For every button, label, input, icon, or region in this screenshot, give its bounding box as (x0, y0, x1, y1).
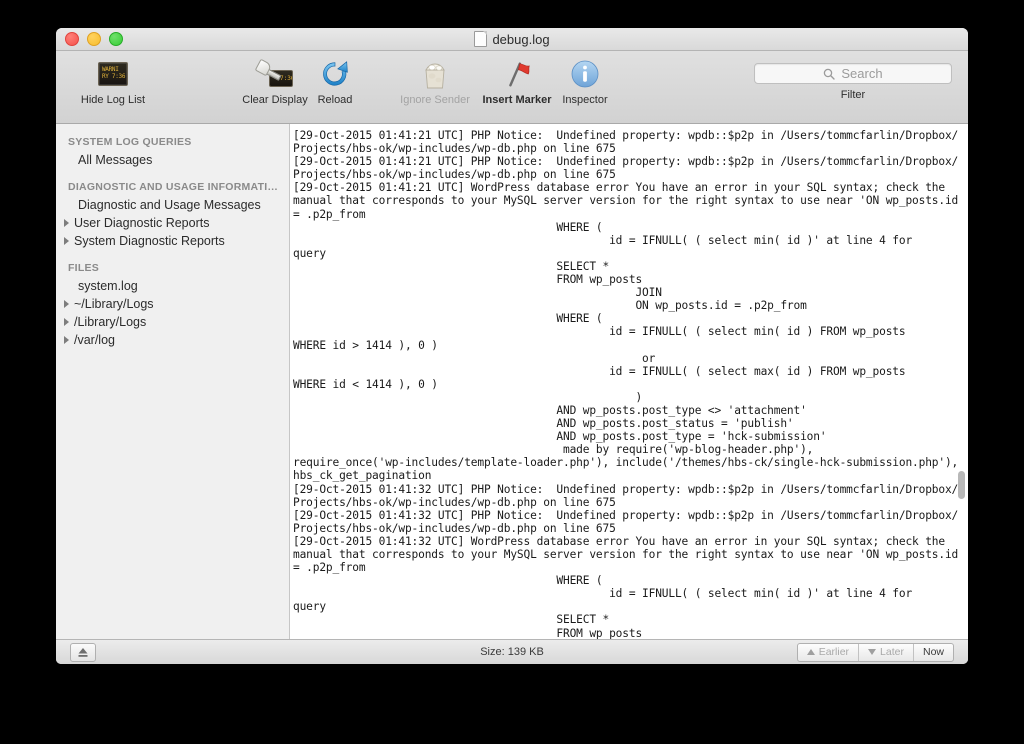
search-icon (824, 68, 836, 80)
toolbar-ignore-sender[interactable]: Ignore Sender (392, 57, 478, 106)
sidebar-header-files: FILES (68, 262, 100, 274)
disclosure-triangle-icon[interactable] (64, 336, 69, 344)
sidebar-item-label: User Diagnostic Reports (74, 216, 210, 230)
window-title: debug.log (474, 31, 550, 47)
sidebar-item-label: /var/log (74, 333, 115, 347)
filter-label: Filter (840, 89, 866, 101)
zoom-window-button[interactable] (109, 32, 123, 46)
sidebar-header-system-log-queries: SYSTEM LOG QUERIES (68, 136, 192, 148)
disclosure-triangle-icon[interactable] (64, 300, 69, 308)
sidebar-item-user-diagnostic-reports[interactable]: User Diagnostic Reports (56, 214, 289, 232)
toolbar: WARNIRY 7:36 Hide Log List 7:36 Clear Di… (56, 51, 968, 124)
toolbar-hide-log-list[interactable]: WARNI RY 7:36 Hide Log List (70, 57, 156, 106)
log-vertical-scrollbar[interactable] (957, 126, 966, 637)
log-list-icon: WARNI RY 7:36 (70, 57, 156, 91)
sidebar-item-all-messages[interactable]: All Messages (56, 151, 289, 169)
toolbar-inspector-label: Inspector (562, 94, 608, 106)
sidebar-item-label: system.log (78, 279, 138, 293)
minimize-window-button[interactable] (87, 32, 101, 46)
inspector-info-icon (542, 57, 628, 91)
console-window: debug.log WARNI RY 7:36 Hide Log List 7:3… (56, 28, 968, 664)
log-scrollbar-thumb[interactable] (958, 471, 965, 499)
window-body: SYSTEM LOG QUERIES All Messages DIAGNOST… (56, 124, 968, 639)
sidebar-item-label: ~/Library/Logs (74, 297, 154, 311)
window-title-text: debug.log (492, 31, 550, 47)
sidebar-item-library-logs[interactable]: /Library/Logs (56, 313, 289, 331)
toolbar-ignore-sender-label: Ignore Sender (400, 94, 470, 106)
eject-tray-button[interactable] (70, 642, 96, 662)
sidebar: SYSTEM LOG QUERIES All Messages DIAGNOST… (56, 124, 290, 639)
search-input[interactable]: Search (754, 63, 952, 84)
log-content-pane[interactable]: [29-Oct-2015 01:41:21 UTC] PHP Notice: U… (290, 124, 968, 639)
close-window-button[interactable] (65, 32, 79, 46)
now-button-label: Now (922, 646, 944, 658)
sidebar-item-var-log[interactable]: /var/log (56, 331, 289, 349)
sidebar-item-label: System Diagnostic Reports (74, 234, 225, 248)
time-navigation-group: Earlier Later Now (796, 642, 954, 662)
earlier-button[interactable]: Earlier (798, 643, 860, 661)
search-placeholder: Search (841, 66, 883, 81)
disclosure-triangle-icon[interactable] (64, 318, 69, 326)
window-titlebar: debug.log (56, 28, 968, 51)
sidebar-item-diagnostic-and-usage-messages[interactable]: Diagnostic and Usage Messages (56, 196, 289, 214)
toolbar-inspector[interactable]: Inspector (542, 57, 628, 106)
triangle-down-icon (868, 649, 877, 655)
sidebar-item-system-log[interactable]: system.log (56, 277, 289, 295)
toolbar-hide-log-list-label: Hide Log List (80, 94, 146, 106)
ignore-sender-icon (392, 57, 478, 91)
triangle-up-icon (806, 649, 815, 655)
sidebar-item-system-diagnostic-reports[interactable]: System Diagnostic Reports (56, 232, 289, 250)
now-button[interactable]: Now (914, 644, 953, 661)
toolbar-reload-label: Reload (317, 94, 353, 106)
sidebar-item-user-library-logs[interactable]: ~/Library/Logs (56, 295, 289, 313)
eject-tray-icon (78, 647, 88, 657)
disclosure-triangle-icon[interactable] (64, 237, 69, 245)
later-button[interactable]: Later (859, 643, 914, 661)
status-bar: Size: 139 KB Earlier Later Now (56, 639, 968, 664)
document-icon (474, 31, 488, 47)
sidebar-item-label: Diagnostic and Usage Messages (78, 198, 261, 212)
reload-icon (292, 57, 378, 91)
sidebar-header-diagnostic: DIAGNOSTIC AND USAGE INFORMATI… (68, 181, 279, 193)
later-button-label: Later (880, 646, 904, 658)
disclosure-triangle-icon[interactable] (64, 219, 69, 227)
sidebar-item-label: All Messages (78, 153, 153, 167)
earlier-button-label: Earlier (818, 646, 850, 658)
log-text: [29-Oct-2015 01:41:21 UTC] PHP Notice: U… (293, 129, 959, 639)
sidebar-item-label: /Library/Logs (74, 315, 147, 329)
toolbar-reload[interactable]: Reload (292, 57, 378, 106)
traffic-light-group (65, 28, 123, 50)
